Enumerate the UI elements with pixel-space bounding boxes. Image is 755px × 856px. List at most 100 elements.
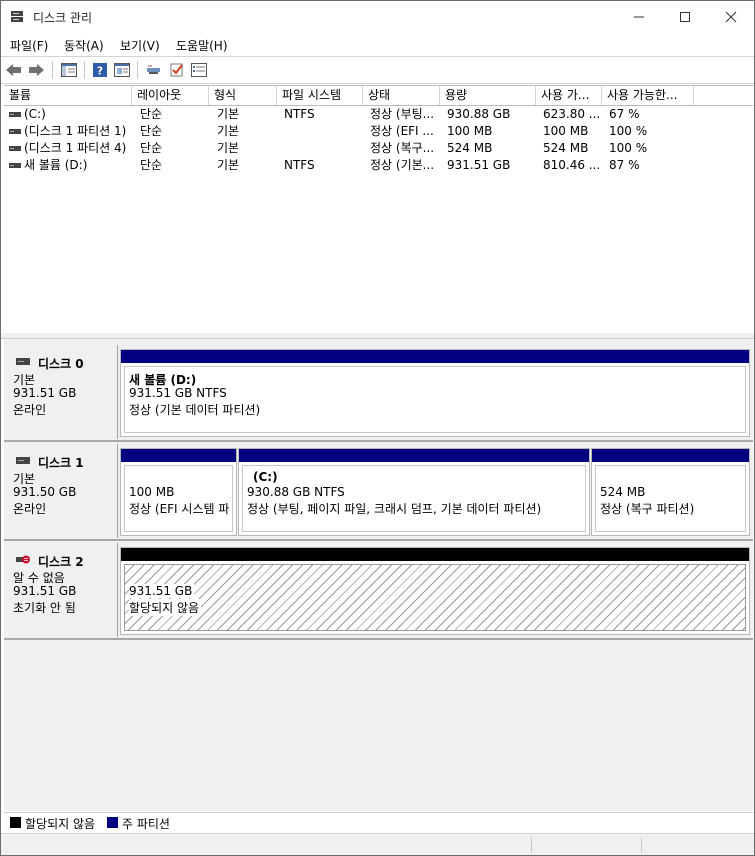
- volume-percent-free: 100 %: [609, 124, 648, 138]
- disk-2-row: 디스크 2 알 수 없음 931.51 GB 초기화 안 됨 931.51 GB…: [4, 543, 753, 637]
- volume-file-system: [284, 123, 363, 140]
- column-header-free-space[interactable]: 사용 가...: [536, 86, 602, 105]
- show-hide-console-tree-button[interactable]: [59, 60, 79, 80]
- properties-button[interactable]: [112, 60, 132, 80]
- column-header-status[interactable]: 상태: [363, 86, 440, 105]
- column-header-file-system[interactable]: 파일 시스템: [277, 86, 363, 105]
- menu-help[interactable]: 도움말(H): [176, 37, 228, 54]
- disk-1-row: 디스크 1 기본 931.50 GB 온라인 100 MB 정상 (EFI 시스…: [4, 444, 753, 538]
- partition-efi[interactable]: 100 MB 정상 (EFI 시스템 파: [120, 448, 237, 536]
- volume-status: 정상 (부팅...: [370, 107, 435, 121]
- column-header-type[interactable]: 형식: [209, 86, 277, 105]
- volume-file-system: NTFS: [284, 107, 315, 121]
- volume-free-space: 810.46 ...: [543, 158, 601, 172]
- menu-file[interactable]: 파일(F): [10, 37, 48, 54]
- back-icon: [6, 64, 21, 76]
- window-title: 디스크 관리: [33, 11, 93, 25]
- volume-status: 정상 (기본...: [370, 158, 435, 172]
- disk-error-icon: [16, 555, 30, 564]
- volume-row[interactable]: 새 볼륨 (D:) 단순 기본 NTFS 정상 (기본... 931.51 GB…: [4, 157, 753, 174]
- partition-d[interactable]: 새 볼륨 (D:) 931.51 GB NTFS 정상 (기본 데이터 파티션): [120, 349, 750, 437]
- primary-partition-bar: [239, 449, 589, 462]
- volume-row[interactable]: (디스크 1 파티션 4) 단순 기본 정상 (복구... 524 MB 524…: [4, 140, 753, 157]
- legend-label-unallocated: 할당되지 않음: [25, 817, 96, 831]
- partition-status: 정상 (EFI 시스템 파: [129, 502, 230, 516]
- maximize-icon: [680, 12, 690, 22]
- maximize-button[interactable]: [662, 1, 708, 33]
- volume-name: (C:): [24, 107, 46, 121]
- primary-partition-bar: [121, 350, 749, 363]
- volume-capacity: 524 MB: [447, 141, 493, 155]
- help-icon: ?: [93, 63, 107, 78]
- disk-management-app-icon: [11, 11, 23, 22]
- back-button[interactable]: [4, 60, 24, 80]
- volume-layout: 단순: [140, 124, 163, 138]
- partition-size: 524 MB: [600, 485, 646, 499]
- check-button[interactable]: [167, 60, 187, 80]
- disk-name: 디스크 2: [38, 555, 84, 569]
- disk-icon: [16, 457, 30, 464]
- volume-capacity: 931.51 GB: [447, 158, 511, 172]
- partition-size: 931.51 GB NTFS: [129, 386, 227, 400]
- unallocated-space[interactable]: 931.51 GB 할당되지 않음: [120, 547, 750, 635]
- volume-type: 기본: [217, 107, 240, 121]
- disk-icon: [16, 358, 30, 365]
- partition-size: 100 MB: [129, 485, 175, 499]
- volume-row[interactable]: (C:) 단순 기본 NTFS 정상 (부팅... 930.88 GB 623.…: [4, 106, 753, 123]
- title-bar[interactable]: 디스크 관리: [1, 1, 754, 33]
- volume-free-space: 100 MB: [543, 124, 589, 138]
- volume-status: 정상 (EFI ...: [370, 124, 434, 138]
- unallocated-bar: [121, 548, 749, 561]
- close-button[interactable]: [708, 1, 754, 33]
- minimize-button[interactable]: [616, 1, 662, 33]
- list-button[interactable]: [189, 60, 209, 80]
- volume-file-system: NTFS: [284, 158, 315, 172]
- volume-type: 기본: [217, 124, 240, 138]
- disk-name: 디스크 0: [38, 357, 84, 371]
- volume-type: 기본: [217, 158, 240, 172]
- help-button[interactable]: ?: [90, 60, 110, 80]
- partition-status: 정상 (기본 데이터 파티션): [129, 403, 261, 417]
- volume-name: (디스크 1 파티션 4): [24, 141, 127, 155]
- menu-action[interactable]: 동작(A): [64, 37, 104, 54]
- menu-bar: 파일(F) 동작(A) 보기(V) 도움말(H): [1, 33, 754, 55]
- volume-status: 정상 (복구...: [370, 141, 435, 155]
- volume-icon: [9, 112, 21, 117]
- column-header-layout[interactable]: 레이아웃: [132, 86, 209, 105]
- menu-view[interactable]: 보기(V): [120, 37, 160, 54]
- properties-icon: [114, 63, 130, 77]
- volume-row[interactable]: (디스크 1 파티션 1) 단순 기본 정상 (EFI ... 100 MB 1…: [4, 123, 753, 140]
- list-icon: [191, 63, 207, 77]
- disk-management-window: 디스크 관리 파일(F) 동작(A) 보기(V) 도움말(H) ? 볼륨 레이아…: [0, 0, 755, 856]
- disk-0-label[interactable]: 디스크 0 기본 931.51 GB 온라인: [4, 345, 118, 439]
- close-icon: [725, 11, 737, 23]
- connect-button[interactable]: [144, 60, 164, 80]
- disk-graphical-view: 디스크 0 기본 931.51 GB 온라인 새 볼륨 (D:) 931.51 …: [4, 339, 753, 811]
- forward-button[interactable]: [26, 60, 46, 80]
- svg-text:?: ?: [97, 65, 103, 78]
- partition-recovery[interactable]: 524 MB 정상 (복구 파티션): [591, 448, 750, 536]
- partition-title: (C:): [253, 470, 278, 484]
- volume-layout: 단순: [140, 158, 163, 172]
- volume-capacity: 930.88 GB: [447, 107, 511, 121]
- volume-layout: 단순: [140, 107, 163, 121]
- disk-2-label[interactable]: 디스크 2 알 수 없음 931.51 GB 초기화 안 됨: [4, 543, 118, 637]
- volume-list[interactable]: 볼륨 레이아웃 형식 파일 시스템 상태 용량 사용 가... 사용 가능한..…: [4, 85, 753, 334]
- volume-free-space: 524 MB: [543, 141, 589, 155]
- column-header-capacity[interactable]: 용량: [440, 86, 536, 105]
- partition-c[interactable]: (C:) 930.88 GB NTFS 정상 (부팅, 페이지 파일, 크래시 …: [238, 448, 590, 536]
- primary-partition-bar: [592, 449, 749, 462]
- disk-1-label[interactable]: 디스크 1 기본 931.50 GB 온라인: [4, 444, 118, 538]
- column-header-volume[interactable]: 볼륨: [4, 86, 132, 105]
- column-header-percent-free[interactable]: 사용 가능한...: [602, 86, 694, 105]
- volume-percent-free: 100 %: [609, 141, 648, 155]
- legend-label-primary-partition: 주 파티션: [122, 817, 170, 831]
- status-bar: [1, 833, 754, 855]
- volume-name: (디스크 1 파티션 1): [24, 124, 127, 138]
- minimize-icon: [634, 16, 644, 18]
- disk-status: 온라인: [13, 502, 47, 516]
- checkmark-icon: [170, 63, 183, 77]
- volume-icon: [9, 129, 21, 134]
- legend-swatch-unallocated: [10, 817, 21, 828]
- disk-size: 931.50 GB: [13, 485, 77, 499]
